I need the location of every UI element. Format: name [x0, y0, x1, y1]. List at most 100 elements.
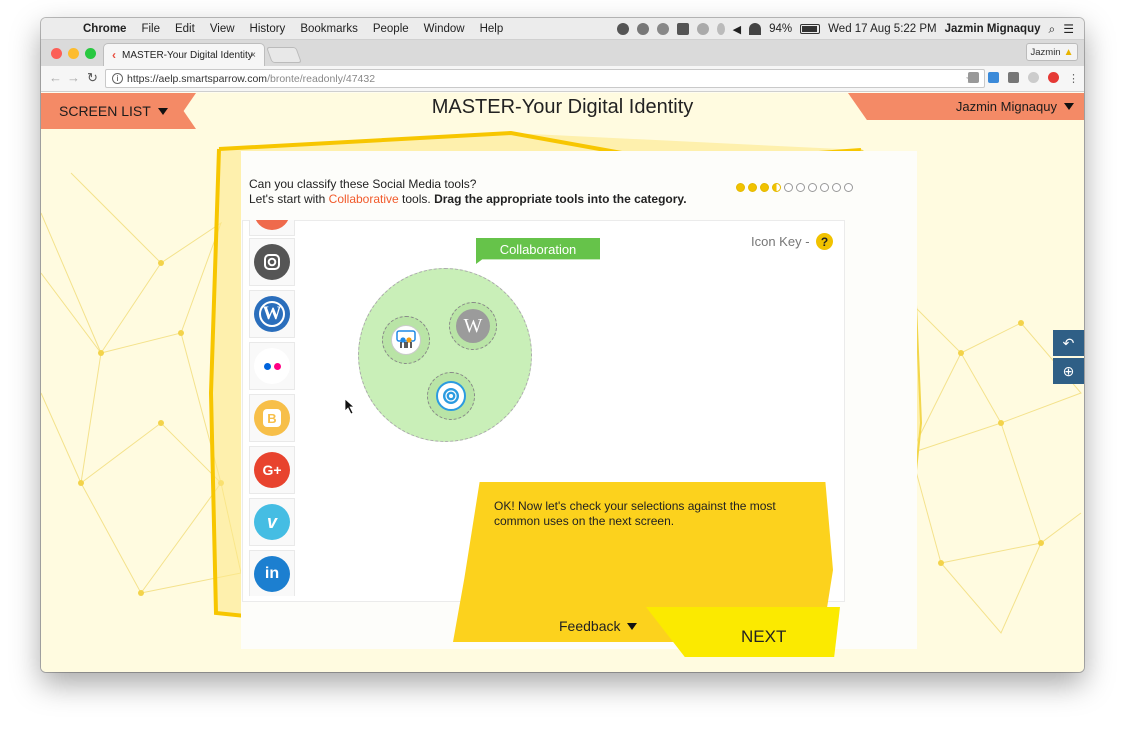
menu-app-name[interactable]: Chrome: [83, 23, 126, 35]
palette-item[interactable]: W: [249, 290, 295, 338]
dropped-tool[interactable]: W: [449, 302, 497, 350]
palette-item[interactable]: G+: [249, 446, 295, 494]
bluetooth-icon[interactable]: [716, 23, 725, 35]
reload-icon[interactable]: ↻: [87, 70, 98, 86]
minimize-window-button[interactable]: [68, 48, 79, 59]
dropped-tool[interactable]: [382, 316, 430, 364]
forward-icon[interactable]: →: [67, 70, 80, 85]
browser-tab[interactable]: ‹ MASTER-Your Digital Identity ×: [103, 43, 265, 66]
menu-edit[interactable]: Edit: [175, 23, 195, 35]
dropped-tool[interactable]: [427, 372, 475, 420]
progress-dots: [736, 183, 853, 192]
browser-window: Chrome File Edit View History Bookmarks …: [41, 18, 1084, 672]
question-prefix: Let's start with: [249, 192, 329, 206]
feedback-message: OK! Now let's check your selections agai…: [494, 499, 776, 528]
chrome-menu-icon[interactable]: ⋮: [1068, 72, 1079, 85]
new-tab-button[interactable]: [266, 47, 302, 63]
menu-help[interactable]: Help: [480, 23, 504, 35]
blogger-glyph: B: [263, 409, 281, 427]
zoom-button[interactable]: ⊕: [1053, 358, 1084, 384]
question-mid: tools.: [398, 192, 435, 206]
wordpress-glyph: W: [259, 301, 285, 327]
address-bar[interactable]: i https://aelp.smartsparrow.com/bronte/r…: [105, 69, 985, 88]
palette-item[interactable]: v: [249, 498, 295, 546]
zoom-icon: ⊕: [1062, 362, 1075, 379]
google-plus-icon[interactable]: G+: [254, 452, 290, 488]
url-host: https://aelp.smartsparrow.com: [127, 72, 268, 85]
palette-item[interactable]: [249, 238, 295, 286]
extensions-area: ⋮: [968, 72, 1079, 85]
linkedin-glyph: in: [264, 565, 280, 582]
window-controls: [51, 48, 96, 59]
palette-item[interactable]: [249, 220, 295, 236]
partial-hidden-icon[interactable]: [254, 220, 290, 230]
menu-file[interactable]: File: [141, 23, 160, 35]
user-menu-button[interactable]: Jazmin Mignaquy: [848, 93, 1084, 120]
record-icon[interactable]: [616, 23, 629, 35]
lesson-page: Can you classify these Social Media tool…: [41, 93, 1084, 672]
help-icon[interactable]: ?: [816, 233, 833, 250]
menu-view[interactable]: View: [210, 23, 235, 35]
progress-dot: [760, 183, 769, 192]
slideshare-icon[interactable]: [391, 325, 421, 355]
volume-icon[interactable]: ◀: [733, 23, 741, 36]
vimeo-icon[interactable]: v: [254, 504, 290, 540]
icon-key-label: Icon Key -: [751, 234, 810, 249]
time-machine-icon[interactable]: [696, 23, 709, 35]
question-line-1: Can you classify these Social Media tool…: [249, 177, 477, 191]
tab-strip: ‹ MASTER-Your Digital Identity × Jazmin …: [41, 40, 1084, 66]
palette-item[interactable]: [249, 342, 295, 390]
sync-icon[interactable]: [656, 23, 669, 35]
menu-history[interactable]: History: [250, 23, 286, 35]
battery-icon[interactable]: [800, 24, 821, 34]
camera-extension-icon[interactable]: [968, 72, 979, 83]
prezi-icon[interactable]: [436, 381, 466, 411]
spotlight-icon[interactable]: ⌕: [1049, 22, 1056, 37]
menu-window[interactable]: Window: [424, 23, 465, 35]
progress-dot: [820, 183, 829, 192]
menu-user[interactable]: Jazmin Mignaquy: [945, 23, 1041, 35]
notification-center-icon[interactable]: ☰: [1063, 22, 1074, 36]
tab-title: MASTER-Your Digital Identity: [122, 49, 253, 61]
vimeo-glyph: v: [266, 511, 277, 532]
warning-icon: ▲: [1063, 46, 1074, 58]
extension-gray-icon[interactable]: [1008, 72, 1019, 83]
palette-item[interactable]: in: [249, 550, 295, 596]
feedback-toggle[interactable]: Feedback: [559, 618, 638, 634]
close-tab-icon[interactable]: ×: [250, 50, 256, 61]
dropbox-icon[interactable]: [636, 23, 649, 35]
progress-dot: [748, 183, 757, 192]
back-icon[interactable]: ←: [49, 70, 62, 85]
menu-bookmarks[interactable]: Bookmarks: [300, 23, 358, 35]
mac-menu-bar: Chrome File Edit View History Bookmarks …: [41, 18, 1084, 40]
palette-item[interactable]: B: [249, 394, 295, 442]
wifi-icon[interactable]: [749, 23, 762, 35]
browser-toolbar: ← → ↻ i https://aelp.smartsparrow.com/br…: [41, 66, 1084, 92]
google-plus-glyph: G+: [262, 462, 282, 478]
zoom-window-button[interactable]: [85, 48, 96, 59]
clock[interactable]: Wed 17 Aug 5:22 PM: [828, 23, 936, 35]
flickr-icon[interactable]: [254, 348, 290, 384]
next-button-label[interactable]: NEXT: [741, 627, 786, 647]
menu-people[interactable]: People: [373, 23, 409, 35]
category-highlight: Collaborative: [328, 192, 399, 206]
smart-sparrow-favicon-icon: ‹: [112, 48, 116, 62]
extension-blue-icon[interactable]: [988, 72, 999, 83]
display-icon[interactable]: [676, 23, 689, 35]
close-window-button[interactable]: [51, 48, 62, 59]
linkedin-icon[interactable]: in: [254, 556, 290, 592]
wordpress-icon[interactable]: W: [254, 296, 290, 332]
blogger-icon[interactable]: B: [254, 400, 290, 436]
instagram-icon[interactable]: [254, 244, 290, 280]
extension-circle-icon[interactable]: [1028, 72, 1039, 83]
progress-dot: [772, 183, 781, 192]
undo-button[interactable]: ↶: [1053, 330, 1084, 356]
chevron-down-icon: [1064, 103, 1074, 110]
profile-button[interactable]: Jazmin ▲: [1026, 43, 1078, 61]
flickr-pink-dot: [273, 362, 281, 370]
wikipedia-icon[interactable]: W: [456, 309, 490, 343]
site-info-icon[interactable]: i: [112, 73, 123, 84]
progress-dot: [832, 183, 841, 192]
question-line-2: Let's start with Collaborative tools. Dr…: [249, 192, 687, 206]
adblock-icon[interactable]: [1048, 72, 1059, 83]
